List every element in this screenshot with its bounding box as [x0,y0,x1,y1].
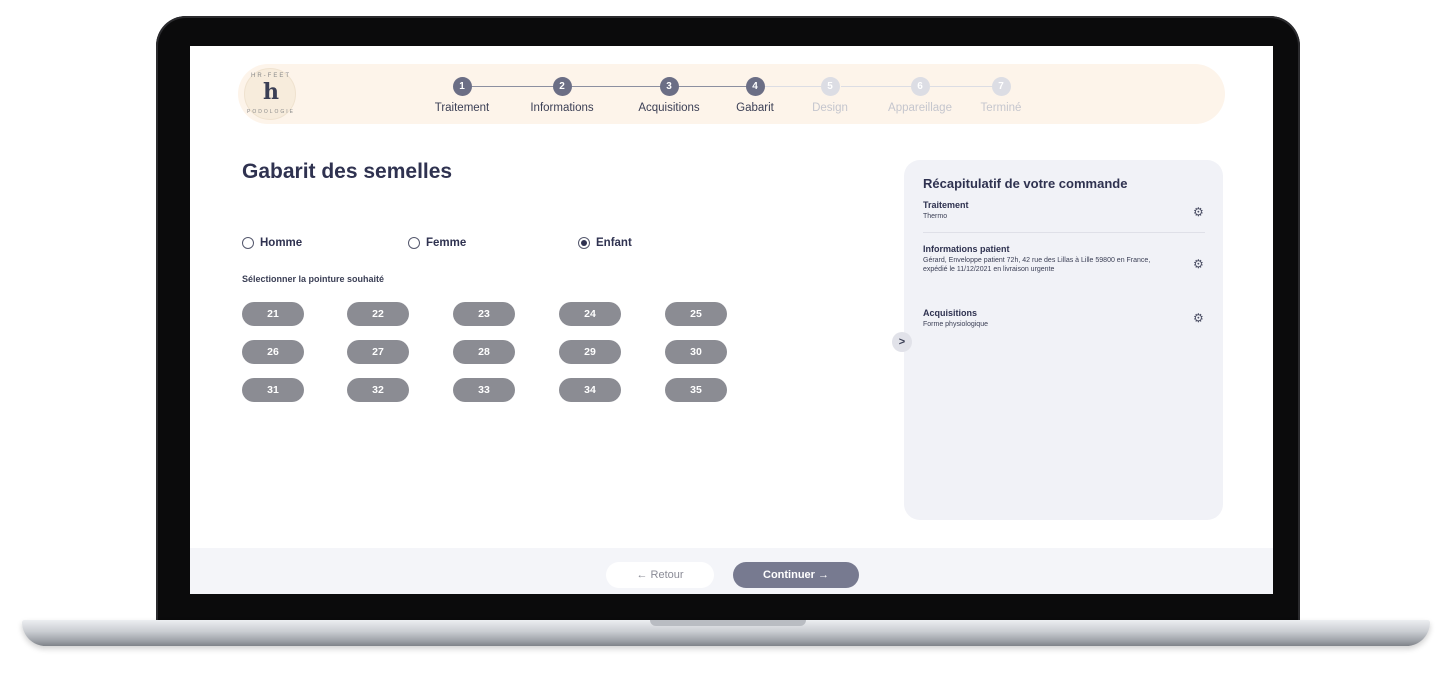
summary-label: Acquisitions [923,308,978,318]
summary-item-informations: Informations patient Gérard, Enveloppe p… [923,244,1205,274]
radio-label: Enfant [596,236,632,249]
step-label: Traitement [434,102,490,114]
footer-bar: ← Retour Continuer → [190,548,1273,594]
size-button[interactable]: 26 [242,340,304,364]
page-title: Gabarit des semelles [242,160,453,183]
radio-circle[interactable] [242,236,254,249]
chevron-right-icon[interactable]: > [892,332,912,352]
logo-letter: h [263,79,279,105]
stepper-header: HR-FEET h PODOLOGIE 1 Traitement 2 Infor… [238,64,1225,124]
step-number: 2 [552,77,572,96]
back-button[interactable]: ← Retour [606,562,714,588]
step-number: 3 [659,77,679,96]
summary-divider [923,232,1205,233]
app-screen: HR-FEET h PODOLOGIE 1 Traitement 2 Infor… [190,46,1273,594]
brand-logo[interactable]: HR-FEET h PODOLOGIE [244,68,296,120]
step-traitement[interactable]: 1 Traitement [407,77,517,114]
radio-circle-selected[interactable] [578,236,590,249]
size-button[interactable]: 33 [453,378,515,402]
size-button[interactable]: 25 [665,302,727,326]
size-button[interactable]: 29 [559,340,621,364]
step-number: 1 [452,77,472,96]
summary-item-acquisitions: Acquisitions Forme physiologique ⚙ [923,308,1205,329]
step-number: 5 [820,77,840,96]
summary-label: Traitement [923,200,969,210]
radio-enfant[interactable]: Enfant [578,234,632,250]
step-label: Terminé [980,102,1022,114]
size-button[interactable]: 35 [665,378,727,402]
gear-icon[interactable]: ⚙ [1193,312,1205,324]
radio-label: Homme [260,236,303,249]
step-number: 6 [910,77,930,96]
step-number: 7 [991,77,1011,96]
size-button[interactable]: 34 [559,378,621,402]
laptop-notch [650,620,806,626]
size-button[interactable]: 28 [453,340,515,364]
summary-item-traitement: Traitement Thermo ⚙ [923,200,1205,221]
size-button[interactable]: 30 [665,340,727,364]
gear-icon[interactable]: ⚙ [1193,258,1205,270]
radio-label: Femme [426,236,467,249]
size-button[interactable]: 21 [242,302,304,326]
size-button[interactable]: 31 [242,378,304,402]
size-prompt: Sélectionner la pointure souhaité [242,274,385,284]
continue-button[interactable]: Continuer → [733,562,859,588]
summary-value: Thermo [923,213,948,220]
size-button[interactable]: 24 [559,302,621,326]
step-termine[interactable]: 7 Terminé [946,77,1056,114]
gear-icon[interactable]: ⚙ [1193,206,1205,218]
summary-label: Informations patient [923,244,1010,254]
radio-circle[interactable] [408,236,420,249]
size-button[interactable]: 32 [347,378,409,402]
step-number: 4 [745,77,765,96]
size-button[interactable]: 23 [453,302,515,326]
radio-femme[interactable]: Femme [408,234,466,250]
logo-bottom-text: PODOLOGIE [246,109,295,115]
step-informations[interactable]: 2 Informations [507,77,617,114]
radio-homme[interactable]: Homme [242,234,302,250]
size-button[interactable]: 27 [347,340,409,364]
summary-value: Gérard, Enveloppe patient 72h, 42 rue de… [923,257,1151,273]
size-button[interactable]: 22 [347,302,409,326]
step-label: Informations [530,102,594,114]
order-summary-panel: > Récapitulatif de votre commande Traite… [892,160,1223,520]
summary-title: Récapitulatif de votre commande [923,176,1128,191]
summary-value: Forme physiologique [923,321,988,328]
